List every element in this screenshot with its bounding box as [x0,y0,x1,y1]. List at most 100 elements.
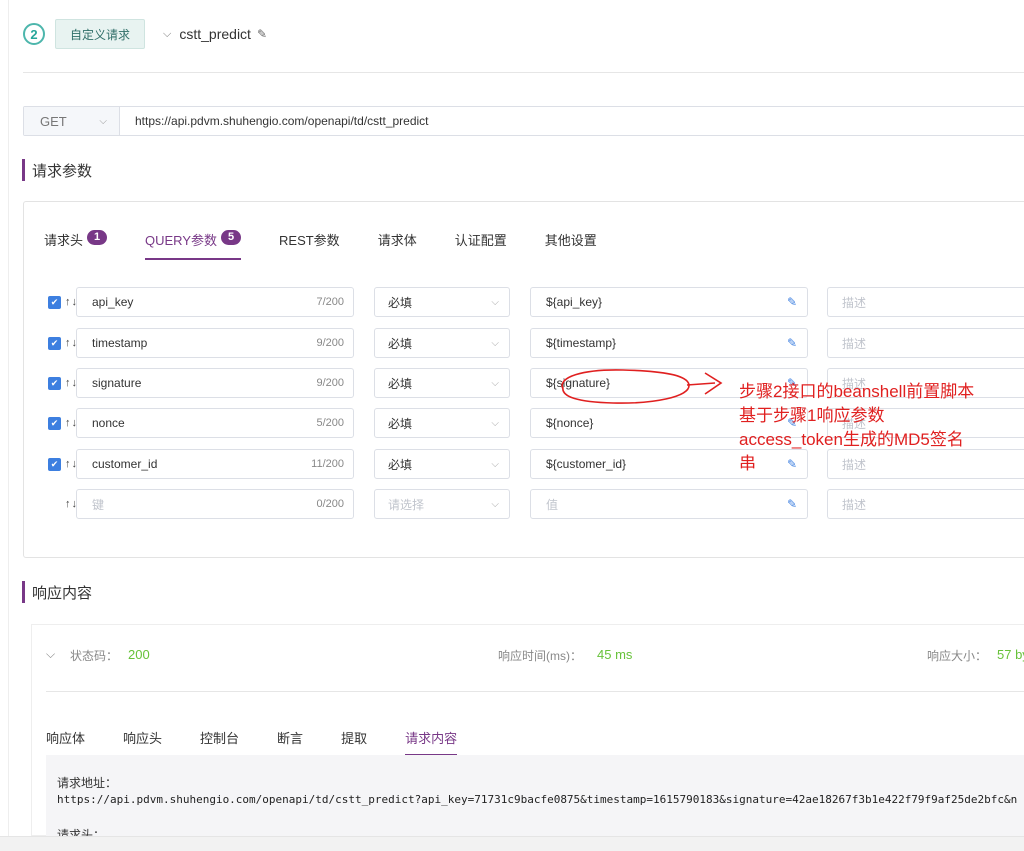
required-placeholder: 请选择 [388,497,425,512]
tab-rest-params[interactable]: REST参数 [279,230,340,260]
char-count: 9/200 [316,377,344,389]
required-select[interactable]: 必填 ⌵ [374,328,510,358]
required-label: 必填 [388,376,413,391]
tab-badge: 1 [87,230,108,245]
param-value: ${customer_id} [546,457,627,471]
required-select[interactable]: 必填 ⌵ [374,408,510,438]
param-tabs: 请求头 1 QUERY参数 5 REST参数 请求体 认证配置 其他设置 [44,230,635,260]
step-header: 2 自定义请求 ⌵ cstt_predict ✎ [23,18,267,50]
required-select[interactable]: 请选择 ⌵ [374,489,510,519]
response-section-title: 响应内容 [22,581,92,603]
param-key-input[interactable]: customer_id 11/200 [76,449,354,479]
scrollbar-track[interactable] [0,836,1024,851]
url-bar: GET ⌵ https://api.pdvm.shuhengio.com/ope… [23,106,1024,136]
method-label: GET [40,113,67,129]
chevron-down-icon: ⌵ [491,337,499,349]
tab-query-params[interactable]: QUERY参数 5 [145,230,242,260]
divider [46,691,1024,692]
method-select[interactable]: GET ⌵ [24,107,120,135]
step-number: 2 [23,23,45,45]
row-checkbox[interactable]: ✔ [48,457,61,471]
param-key: nonce [92,416,125,430]
params-section-title: 请求参数 [22,159,92,181]
chevron-down-icon: ⌵ [491,458,499,470]
status-label: 状态码： [70,649,119,663]
param-key-input[interactable]: nonce 5/200 [76,408,354,438]
time-value: 45 ms [597,647,633,662]
param-key-placeholder: 键 [92,497,105,512]
step-name[interactable]: cstt_predict [179,26,251,42]
request-type-button[interactable]: 自定义请求 [55,19,146,49]
chevron-down-icon[interactable]: ⌵ [163,28,171,41]
char-count: 7/200 [316,296,344,308]
required-select[interactable]: 必填 ⌵ [374,287,510,317]
param-key-input[interactable]: 键 0/200 [76,489,354,519]
tab-headers[interactable]: 请求头 1 [44,230,108,260]
description-input[interactable]: 描述 [827,328,1024,358]
param-value-placeholder: 值 [546,497,559,512]
request-headers-label: 请求头： [57,828,106,836]
param-value: ${timestamp} [546,336,617,350]
required-label: 必填 [388,457,413,472]
tab-other-settings[interactable]: 其他设置 [545,230,597,260]
param-value: ${api_key} [546,295,603,309]
edit-icon[interactable]: ✎ [787,295,797,309]
divider [23,72,1024,73]
param-value-input[interactable]: 值 ✎ [530,489,808,519]
param-value-input[interactable]: ${timestamp} ✎ [530,328,808,358]
char-count: 0/200 [316,498,344,510]
param-key-input[interactable]: signature 9/200 [76,368,354,398]
edit-icon[interactable]: ✎ [787,336,797,350]
tab-response-headers[interactable]: 响应头 [123,728,162,756]
time-label: 响应时间(ms)： [498,649,582,663]
chevron-down-icon: ⌵ [491,417,499,429]
chevron-down-icon: ⌵ [99,115,107,127]
required-select[interactable]: 必填 ⌵ [374,368,510,398]
param-key: customer_id [92,457,158,471]
description-input[interactable]: 描述 [827,287,1024,317]
row-checkbox[interactable]: ✔ [48,416,61,430]
edit-icon[interactable]: ✎ [787,497,797,511]
request-url-label: 请求地址： [57,776,118,790]
tab-auth[interactable]: 认证配置 [455,230,507,260]
char-count: 11/200 [311,458,344,470]
annotation-line: 串 [739,454,756,473]
param-key: timestamp [92,336,148,350]
param-key-input[interactable]: timestamp 9/200 [76,328,354,358]
url-input[interactable]: https://api.pdvm.shuhengio.com/openapi/t… [120,107,429,135]
annotation-line: 基于步骤1响应参数 [739,406,885,425]
edit-icon[interactable]: ✎ [257,27,267,41]
required-label: 必填 [388,295,413,310]
request-full-url: https://api.pdvm.shuhengio.com/openapi/t… [57,793,1018,806]
tab-label: 请求头 [44,233,84,248]
size-label: 响应大小： [927,649,988,663]
collapse-chevron-icon[interactable]: ⌵ [46,647,55,662]
tab-body[interactable]: 请求体 [378,230,417,260]
char-count: 9/200 [316,337,344,349]
required-label: 必填 [388,336,413,351]
response-tabs: 响应体 响应头 控制台 断言 提取 请求内容 [46,728,495,756]
tab-extract[interactable]: 提取 [341,728,367,756]
param-value-input[interactable]: ${api_key} ✎ [530,287,808,317]
annotation-line: access_token生成的MD5签名 [739,430,964,449]
status-value: 200 [128,647,150,662]
request-content-panel: 请求地址： https://api.pdvm.shuhengio.com/ope… [46,755,1024,836]
tab-console[interactable]: 控制台 [200,728,239,756]
row-checkbox[interactable]: ✔ [48,295,61,309]
tab-assertions[interactable]: 断言 [277,728,303,756]
tab-response-body[interactable]: 响应体 [46,728,85,756]
description-input[interactable]: 描述 [827,489,1024,519]
row-checkbox[interactable]: ✔ [48,376,61,390]
response-status-row: ⌵ 状态码： 200 响应时间(ms)： 45 ms 响应大小： 57 byt [46,647,1024,667]
param-key-input[interactable]: api_key 7/200 [76,287,354,317]
required-select[interactable]: 必填 ⌵ [374,449,510,479]
chevron-down-icon: ⌵ [491,296,499,308]
annotation-text: 步骤2接口的beanshell前置脚本 基于步骤1响应参数 access_tok… [739,380,1024,476]
response-card: ⌵ 状态码： 200 响应时间(ms)： 45 ms 响应大小： 57 byt … [31,624,1024,836]
size-value: 57 byt [997,647,1024,662]
step-panel: 2 自定义请求 ⌵ cstt_predict ✎ GET ⌵ https://a… [8,0,1024,836]
tab-request-content[interactable]: 请求内容 [405,728,458,756]
required-label: 必填 [388,416,413,431]
row-checkbox[interactable]: ✔ [48,336,61,350]
tab-label: QUERY参数 [145,233,218,248]
